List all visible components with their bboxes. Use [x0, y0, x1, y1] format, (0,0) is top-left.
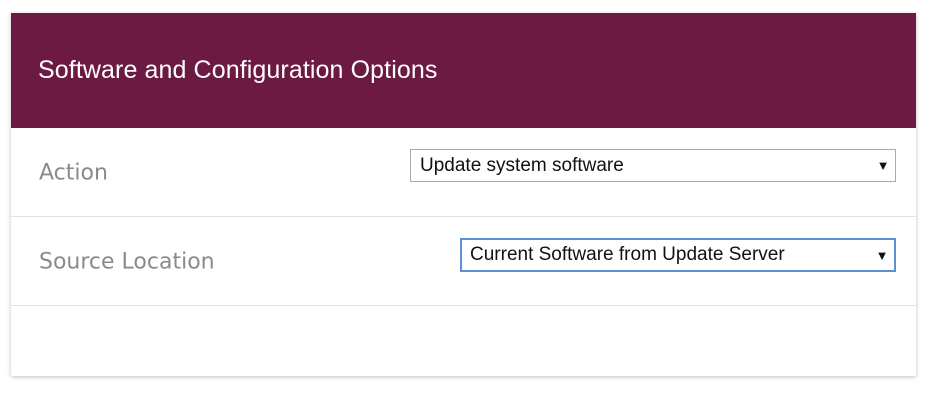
- action-select-value: Update system software: [420, 154, 624, 176]
- source-location-select-value: Current Software from Update Server: [470, 244, 785, 265]
- triangle-down-icon: ▼: [876, 158, 890, 173]
- software-config-panel: Software and Configuration Options Actio…: [11, 13, 916, 376]
- source-location-row: Source Location Current Software from Up…: [11, 217, 916, 306]
- action-select[interactable]: Update system software ▼: [410, 149, 896, 182]
- source-location-select[interactable]: Current Software from Update Server ▼: [460, 238, 896, 272]
- source-location-label: Source Location: [39, 249, 215, 275]
- panel-header: Software and Configuration Options: [11, 13, 916, 128]
- triangle-down-icon: ▼: [875, 247, 889, 263]
- action-row: Action Update system software ▼: [11, 128, 916, 217]
- action-label: Action: [39, 160, 108, 186]
- panel-title: Software and Configuration Options: [38, 56, 438, 84]
